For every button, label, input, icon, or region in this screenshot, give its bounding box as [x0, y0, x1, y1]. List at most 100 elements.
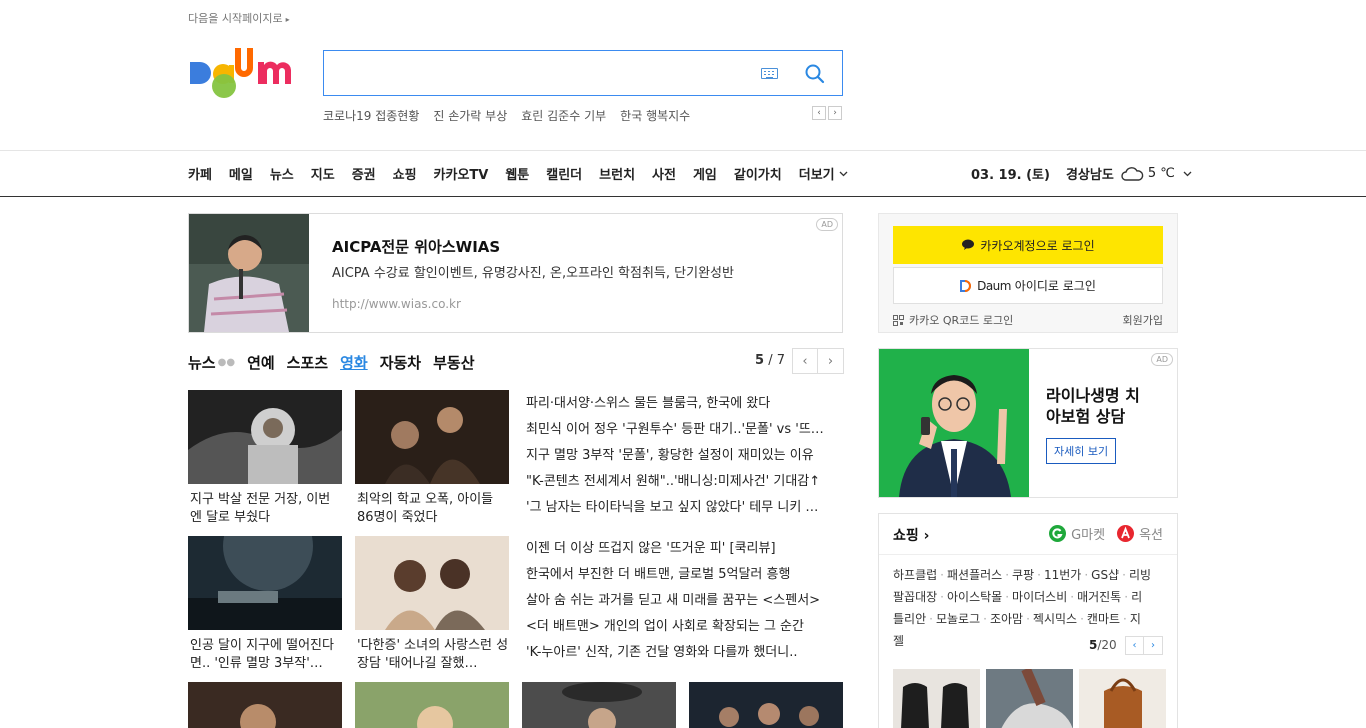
news-thumbnail — [355, 536, 509, 630]
speech-bubble-icon — [962, 239, 975, 250]
kakao-login-button[interactable]: 카카오계정으로 로그인 — [893, 226, 1163, 264]
shopping-partners: G마켓 옥션 — [1049, 524, 1163, 543]
page-current: 5 — [755, 353, 765, 368]
news-caption: 지구 박살 전문 거장, 이번엔 달로 부쉈다 — [190, 492, 331, 525]
shopping-header: 쇼핑 › G마켓 옥션 — [879, 514, 1177, 555]
nav-more-button[interactable]: 더보기 — [799, 164, 848, 183]
tab-movie[interactable]: 영화 — [340, 352, 368, 373]
headline[interactable]: 살아 숨 쉬는 과거를 딛고 새 미래를 꿈꾸는 <스펜서> — [526, 592, 836, 610]
keyboard-icon[interactable] — [761, 68, 778, 79]
trending-keyword[interactable]: 한국 행복지수 — [620, 107, 690, 124]
shopping-prev-button[interactable]: ‹ — [1125, 636, 1144, 655]
headline[interactable]: 이젠 더 이상 뜨겁지 않은 '뜨거운 피' [쿡리뷰] — [526, 540, 836, 558]
nav-item-webtoon[interactable]: 웹툰 — [505, 164, 529, 183]
gmarket-link[interactable]: G마켓 — [1049, 524, 1105, 543]
news-thumbnail[interactable] — [355, 682, 509, 728]
headline[interactable]: 최민식 이어 정우 '구원투수' 등판 대기..'문폴' vs '뜨… — [526, 421, 836, 439]
nav-item-stock[interactable]: 증권 — [352, 164, 376, 183]
shop-link[interactable]: 하프클럽 — [893, 568, 937, 582]
shop-link[interactable]: 마이더스비 — [1012, 590, 1067, 604]
trending-next-button[interactable]: › — [828, 106, 842, 120]
shop-product-image[interactable] — [1079, 669, 1166, 728]
nav-more-label: 더보기 — [798, 168, 835, 183]
news-thumbnail[interactable] — [188, 682, 342, 728]
headline[interactable]: 한국에서 부진한 더 배트맨, 글로벌 5억달러 흥행 — [526, 566, 836, 584]
shop-link[interactable]: 11번가 — [1044, 568, 1081, 582]
news-prev-button[interactable]: ‹ — [792, 348, 818, 374]
daum-logo[interactable] — [188, 48, 306, 100]
nav-item-news[interactable]: 뉴스 — [270, 164, 294, 183]
news-tabs: 뉴스 ●● 연예 스포츠 영화 자동차 부동산 — [188, 352, 487, 373]
shop-link[interactable]: 매거진톡 — [1077, 590, 1121, 604]
page-separator: / — [768, 353, 773, 368]
auction-link[interactable]: 옥션 — [1117, 524, 1163, 543]
shop-link[interactable]: 지 — [1130, 612, 1141, 626]
nav-item-cafe[interactable]: 카페 — [188, 164, 212, 183]
ad-banner[interactable]: AICPA전문 위아스WIAS AICPA 수강료 할인이벤트, 유명강사진, … — [188, 213, 843, 333]
shop-link[interactable]: 패션플러스 — [947, 568, 1002, 582]
shop-link[interactable]: GS샵 — [1091, 568, 1119, 582]
shop-product-image[interactable] — [986, 669, 1073, 728]
shop-link[interactable]: 젤 — [893, 634, 904, 648]
news-card[interactable]: 인공 달이 지구에 떨어진다면.. '인류 멸망 3부작'… — [188, 536, 342, 673]
shop-link[interactable]: 팔꼽대장 — [893, 590, 937, 604]
nav-item-shopping[interactable]: 쇼핑 — [393, 164, 417, 183]
news-card[interactable]: 최악의 학교 오폭, 아이들 86명이 죽었다 — [355, 390, 509, 527]
headline[interactable]: '그 남자는 타이타닉을 보고 싶지 않았다' 테무 니키 … — [526, 499, 836, 517]
trending-keyword[interactable]: 효린 김준수 기부 — [521, 107, 606, 124]
shop-link[interactable]: 틀리안 — [893, 612, 926, 626]
tab-car[interactable]: 자동차 — [380, 352, 421, 373]
search-input[interactable] — [334, 61, 754, 85]
news-thumbnail[interactable] — [522, 682, 676, 728]
weather-widget[interactable]: 03. 19. (토) 경상남도 5 ℃ — [971, 164, 1192, 183]
nav-item-brunch[interactable]: 브런치 — [599, 164, 635, 183]
trending-keyword[interactable]: 진 손가락 부상 — [433, 107, 507, 124]
start-page-link[interactable]: 다음을 시작페이지로 ▸ — [188, 10, 290, 26]
news-thumbnail[interactable] — [689, 682, 843, 728]
qr-login-link[interactable]: 카카오 QR코드 로그인 — [893, 312, 1013, 328]
nav-item-dictionary[interactable]: 사전 — [652, 164, 676, 183]
side-ad-cta-button[interactable]: 자세히 보기 — [1046, 438, 1117, 464]
headline[interactable]: 지구 멸망 3부작 '문폴', 황당한 설정이 재미있는 이유 — [526, 447, 836, 465]
nav-item-together[interactable]: 같이가치 — [734, 164, 782, 183]
shopping-title-link[interactable]: 쇼핑 › — [893, 525, 929, 545]
headline[interactable]: 'K-누아르' 신작, 기존 건달 영화와 다를까 했더니.. — [526, 644, 836, 662]
daum-login-button[interactable]: Daum 아이디로 로그인 — [893, 267, 1163, 304]
tab-sports[interactable]: 스포츠 — [287, 352, 328, 373]
shop-link[interactable]: 쿠팡 — [1012, 568, 1034, 582]
headline[interactable]: "K-콘텐츠 전세계서 원해"..'배니싱:미제사건' 기대감↑ — [526, 473, 836, 491]
tab-realestate[interactable]: 부동산 — [433, 352, 474, 373]
tab-divider: ●● — [217, 357, 236, 368]
shopping-next-button[interactable]: › — [1144, 636, 1163, 655]
headline[interactable]: 파리·대서양·스위스 물든 블룸극, 한국에 왔다 — [526, 395, 836, 413]
news-card[interactable]: '다한증' 소녀의 사랑스런 성장담 '태어나길 잘했… — [355, 536, 509, 673]
shop-link[interactable]: 조아맘 — [990, 612, 1023, 626]
tab-entertainment[interactable]: 연예 — [247, 352, 275, 373]
trending-keyword[interactable]: 코로나19 접종현황 — [323, 107, 419, 124]
shop-link[interactable]: 캔마트 — [1087, 612, 1120, 626]
shop-link[interactable]: 아이스탁몰 — [947, 590, 1002, 604]
news-thumbnail — [188, 390, 342, 484]
shop-link[interactable]: 모놀로그 — [936, 612, 980, 626]
nav-item-mail[interactable]: 메일 — [229, 164, 253, 183]
nav-item-calendar[interactable]: 캘린더 — [546, 164, 582, 183]
shop-link[interactable]: 리빙 — [1129, 568, 1151, 582]
shop-product-image[interactable] — [893, 669, 980, 728]
shop-link[interactable]: 리 — [1131, 590, 1142, 604]
headline[interactable]: <더 배트맨> 개인의 업이 사회로 확장되는 그 순간 — [526, 618, 836, 636]
shop-link[interactable]: 젝시믹스 — [1033, 612, 1077, 626]
nav-item-game[interactable]: 게임 — [693, 164, 717, 183]
ad-badge: AD — [816, 218, 838, 231]
signup-link[interactable]: 회원가입 — [1123, 312, 1163, 328]
side-ad[interactable]: 라이나생명 치 아보험 상담 자세히 보기 AD — [878, 348, 1178, 498]
trending-prev-button[interactable]: ‹ — [812, 106, 826, 120]
nav-item-map[interactable]: 지도 — [311, 164, 335, 183]
search-icon[interactable] — [804, 63, 826, 85]
ad-description: AICPA 수강료 할인이벤트, 유명강사진, 온,오프라인 학점취득, 단기완… — [332, 266, 734, 281]
ad-title: AICPA전문 위아스WIAS — [332, 238, 501, 256]
news-card[interactable]: 지구 박살 전문 거장, 이번엔 달로 부쉈다 — [188, 390, 342, 527]
login-panel: 카카오계정으로 로그인 Daum 아이디로 로그인 카카오 QR코드 로그인 회… — [878, 213, 1178, 333]
nav-item-kakaotv[interactable]: 카카오TV — [434, 164, 489, 183]
news-next-button[interactable]: › — [818, 348, 844, 374]
tab-news[interactable]: 뉴스 — [188, 352, 216, 373]
